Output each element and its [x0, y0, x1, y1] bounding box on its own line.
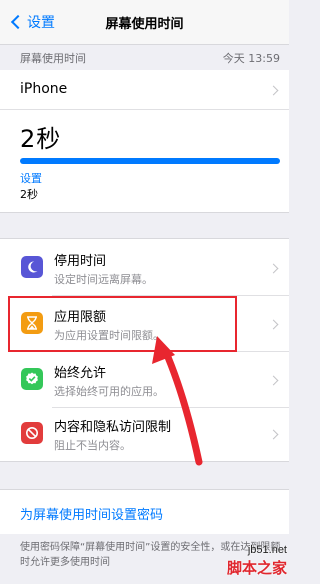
- device-name: iPhone: [20, 81, 68, 97]
- setting-row-downtime[interactable]: 停用时间 设定时间远离屏幕。: [0, 241, 289, 296]
- setting-title: 停用时间: [54, 254, 107, 269]
- chevron-right-icon: [268, 429, 279, 440]
- chevron-right-icon: [268, 263, 279, 274]
- device-row[interactable]: iPhone: [0, 70, 289, 110]
- usage-timestamp: 今天 13:59: [222, 52, 280, 65]
- watermark-name: 脚本之家: [226, 559, 287, 577]
- section-gap: [0, 461, 289, 490]
- setting-title: 内容和隐私访问限制: [54, 420, 172, 435]
- watermark: jb51.net 脚本之家: [227, 544, 287, 578]
- section-gap: [0, 212, 289, 239]
- set-passcode-link[interactable]: 为屏幕使用时间设置密码: [20, 504, 163, 523]
- highlight-box-annotation: [8, 296, 237, 352]
- restriction-icon: [21, 422, 43, 444]
- checkmark-icon: [21, 368, 43, 390]
- usage-header-label: 屏幕使用时间: [20, 52, 86, 65]
- usage-section-header: 屏幕使用时间 今天 13:59: [0, 44, 289, 70]
- setting-row-content-privacy[interactable]: 内容和隐私访问限制 阻止不当内容。: [0, 407, 289, 462]
- setting-subtitle: 选择始终可用的应用。: [54, 385, 164, 398]
- moon-icon: [21, 256, 43, 278]
- setting-subtitle: 设定时间远离屏幕。: [54, 273, 153, 286]
- setting-title: 始终允许: [54, 366, 107, 381]
- passcode-row[interactable]: 为屏幕使用时间设置密码: [0, 490, 289, 534]
- chevron-right-icon: [268, 85, 279, 96]
- usage-category-time: 2秒: [20, 188, 38, 201]
- chevron-right-icon: [268, 375, 279, 386]
- setting-row-always-allowed[interactable]: 始终允许 选择始终可用的应用。: [0, 353, 289, 408]
- page-title: 屏幕使用时间: [105, 17, 184, 32]
- usage-card[interactable]: iPhone 2秒 设置 2秒: [0, 70, 289, 212]
- navigation-bar: 设置 屏幕使用时间: [0, 0, 289, 44]
- setting-subtitle: 阻止不当内容。: [54, 439, 131, 452]
- usage-progress-bar: [20, 158, 280, 164]
- chevron-right-icon: [268, 319, 279, 330]
- usage-category-label: 设置: [20, 172, 42, 185]
- usage-progress-fill: [20, 158, 280, 164]
- watermark-site: jb51.net: [247, 544, 287, 556]
- usage-total-time: 2秒: [20, 125, 62, 153]
